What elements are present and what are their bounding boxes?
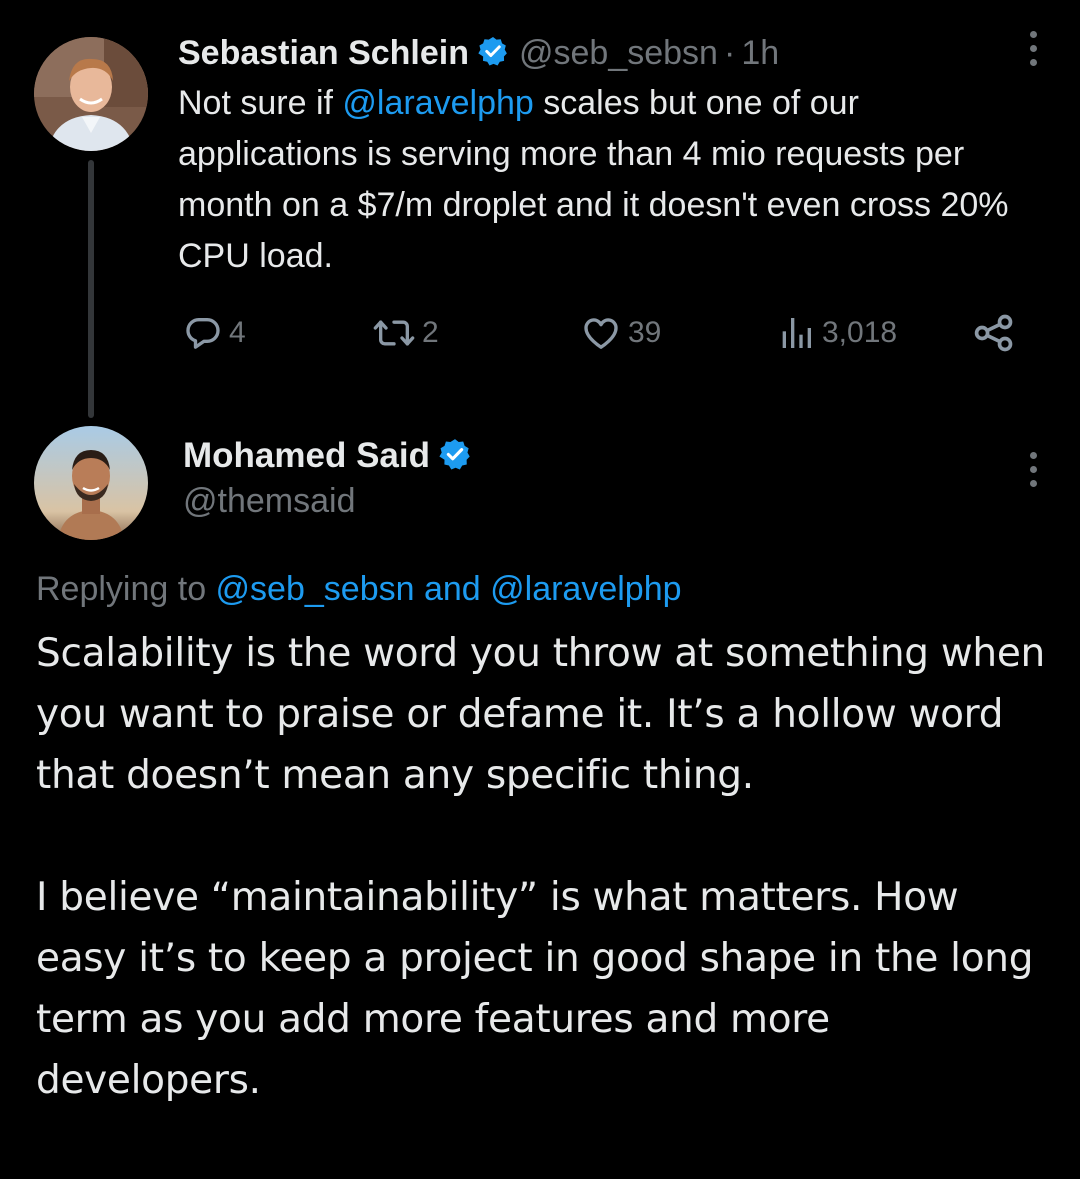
more-icon[interactable] [1026, 31, 1040, 71]
author-avatar[interactable] [34, 37, 148, 151]
reply-text: Scalability is the word you throw at som… [36, 623, 1046, 1111]
share-button[interactable] [972, 310, 1016, 356]
reply-button[interactable]: 4 [183, 310, 246, 356]
reply-paragraph-1: Scalability is the word you throw at som… [36, 631, 1045, 798]
reply-count: 4 [229, 316, 246, 349]
author-name[interactable]: Sebastian Schlein [178, 34, 469, 73]
reply-author-name[interactable]: Mohamed Said [183, 436, 430, 476]
verified-badge-icon [477, 35, 509, 72]
tweet-text: Not sure if @laravelphp scales but one o… [178, 84, 1009, 275]
mention-link[interactable]: @laravelphp [342, 84, 533, 122]
replying-mentions-link[interactable]: @seb_sebsn and @laravelphp [216, 570, 682, 608]
like-button[interactable]: 39 [580, 310, 661, 356]
reply-author-avatar[interactable] [34, 426, 148, 540]
tweet-header: Sebastian Schlein @seb_sebsn · 1h [178, 30, 779, 76]
reply-header: Mohamed Said [183, 433, 472, 479]
replying-to-line: Replying to @seb_sebsn and @laravelphp [36, 570, 682, 608]
retweet-count: 2 [422, 316, 439, 349]
views-icon [782, 318, 811, 348]
retweet-button[interactable]: 2 [372, 310, 439, 356]
more-icon[interactable] [1026, 452, 1040, 492]
like-icon [584, 318, 618, 349]
views-count: 3,018 [822, 316, 898, 349]
retweet-icon [373, 320, 415, 346]
reply-icon [186, 318, 220, 349]
verified-badge-icon [438, 437, 472, 476]
views-button[interactable]: 3,018 [776, 310, 897, 356]
reply-author-handle[interactable]: @themsaid [183, 482, 355, 521]
author-handle[interactable]: @seb_sebsn [519, 34, 718, 73]
reply-paragraph-2: I believe “maintainability” is what matt… [36, 875, 1034, 1103]
tweet-time[interactable]: 1h [741, 34, 779, 73]
like-count: 39 [628, 316, 662, 349]
thread-line [88, 160, 94, 418]
separator-dot: · [723, 33, 736, 72]
share-icon [974, 314, 1013, 352]
